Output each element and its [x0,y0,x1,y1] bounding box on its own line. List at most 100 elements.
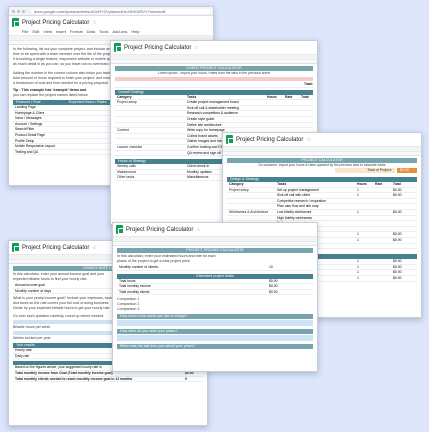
table-cell: Research competitors & audience [187,111,238,116]
sheets-logo-icon [114,43,122,52]
subtitle: Lorem ipsum - import your hours / rates … [157,71,271,75]
question-heading: When was the last time you raised your p… [117,344,313,350]
table-cell: Create style guide [187,116,215,121]
table-cell [391,204,415,209]
intro-line: phase of the project to get a total proj… [117,259,191,263]
table-cell: Maintenance [117,169,137,174]
total-label: Total: [304,82,313,86]
table-cell: 1 [357,193,359,198]
table-cell: 1 [357,187,359,192]
menu-file[interactable]: File [22,29,28,35]
table-cell: Kick-off call with client [277,193,311,198]
doc-title[interactable]: Project Pricing Calculator [22,245,89,251]
star-icon[interactable]: ☆ [194,45,198,51]
doc-title[interactable]: Project Pricing Calculator [126,227,193,233]
table-cell: 1 [357,209,359,214]
doc-titlebar: Project Pricing Calculator ☆ [223,133,421,146]
spreadsheet-window-5: Project Pricing Calculator ☆ PROJECT PRI… [112,222,318,372]
table-cell [355,227,391,232]
table-cell: $0.00 [393,209,402,214]
sheets-logo-icon [12,18,20,27]
table-cell: $0.00 [393,270,402,275]
question-heading: How much extra would you like to charge? [117,314,313,320]
table-cell [227,204,275,209]
field-value[interactable]: 10 [267,265,273,270]
window-dot-icon[interactable] [12,9,15,13]
table-cell [391,216,415,221]
table-cell: Kick-off call & stakeholder meeting [187,105,239,110]
table-cell [115,106,185,111]
table-cell: $0.00 [393,232,402,237]
menu-data[interactable]: Data [87,29,95,35]
table-cell: $0.00 [393,187,402,192]
table-cell: Weekly calls [117,164,136,169]
sheets-logo-icon [116,225,124,234]
table-cell: High fidelity wireframes [277,215,313,220]
comparison-line: Comparison 3 [117,307,140,312]
star-icon[interactable]: ☆ [196,227,200,233]
table-cell: Define site architecture [187,122,222,127]
sheets-logo-icon [226,135,234,144]
table-cell: 1 [357,264,359,269]
table-cell [355,244,391,249]
table-cell: $0.00 [393,237,402,242]
table-cell: Set up project management [277,187,319,192]
window-dot-icon[interactable] [22,9,25,13]
sheet-body: PROJECT PRICING CALCULATOR In this calcu… [113,246,317,351]
table-cell: 1 [357,259,359,264]
menu-tools[interactable]: Tools [99,29,108,35]
table-cell [115,139,185,144]
star-icon[interactable]: ☆ [92,20,96,26]
table-cell [355,221,391,226]
table-cell: Create project management board [187,100,239,105]
field-label: Monthly number of clients: [119,265,159,269]
input-row[interactable]: Monthly number of clients: 10 [117,265,313,271]
doc-title[interactable]: Project Pricing Calculator [236,137,303,143]
table-cell [391,221,415,226]
table-cell [355,199,391,204]
table-cell [391,244,415,249]
menu-view[interactable]: View [43,29,52,35]
doc-titlebar: Project Pricing Calculator ☆ [9,16,213,29]
intro: In this calculator, enter your estimated… [117,253,313,265]
table-cell: Low fidelity wireframes [277,209,312,214]
answer-field[interactable] [117,320,313,327]
window-dot-icon[interactable] [17,9,20,13]
answer-field[interactable] [117,335,313,342]
table-cell [115,111,185,116]
menu-edit[interactable]: Edit [32,29,39,35]
table-cell: Wireframes & Architecture [229,209,269,214]
highlight-row [115,77,313,81]
browser-chrome: docs.google.com/spreadsheets/d/1nRY2VplA… [9,7,213,16]
star-icon[interactable]: ☆ [92,245,96,251]
table-cell: 1 [357,232,359,237]
table-cell: Project setup [117,100,137,105]
footer-row: Total monthly clients needed to reach mo… [13,377,203,383]
menu-addons[interactable]: Add-ons [112,29,127,35]
table-cell: 1 [357,237,359,242]
menu-format[interactable]: Format [70,29,83,35]
table-cell: Project setup [229,187,249,192]
question-heading: How often do you raise your prices? [117,329,313,335]
table-cell: Launch checklist [117,144,143,149]
total-row: Total: [115,82,313,88]
star-icon[interactable]: ☆ [306,137,310,143]
sheets-logo-icon [12,243,20,252]
doc-title[interactable]: Project Pricing Calculator [22,20,89,26]
table-cell [115,123,185,128]
table-cell [227,216,275,221]
table-cell: $0.00 [393,259,402,264]
table-cell [115,134,185,139]
table-cell [391,227,415,232]
table-cell: $0.00 [393,264,402,269]
table-cell [355,204,391,209]
doc-title[interactable]: Project Pricing Calculator [124,45,191,51]
table-cell [391,199,415,204]
table-cell [115,151,185,156]
doc-titlebar: Project Pricing Calculator ☆ [111,41,317,54]
menu-help[interactable]: Help [131,29,139,35]
table-cell [355,216,391,221]
table-cell: Plan user flow and site map [277,204,319,209]
menu-insert[interactable]: Insert [56,29,66,35]
address-bar[interactable]: docs.google.com/spreadsheets/d/1nRY2VplA… [31,8,210,14]
